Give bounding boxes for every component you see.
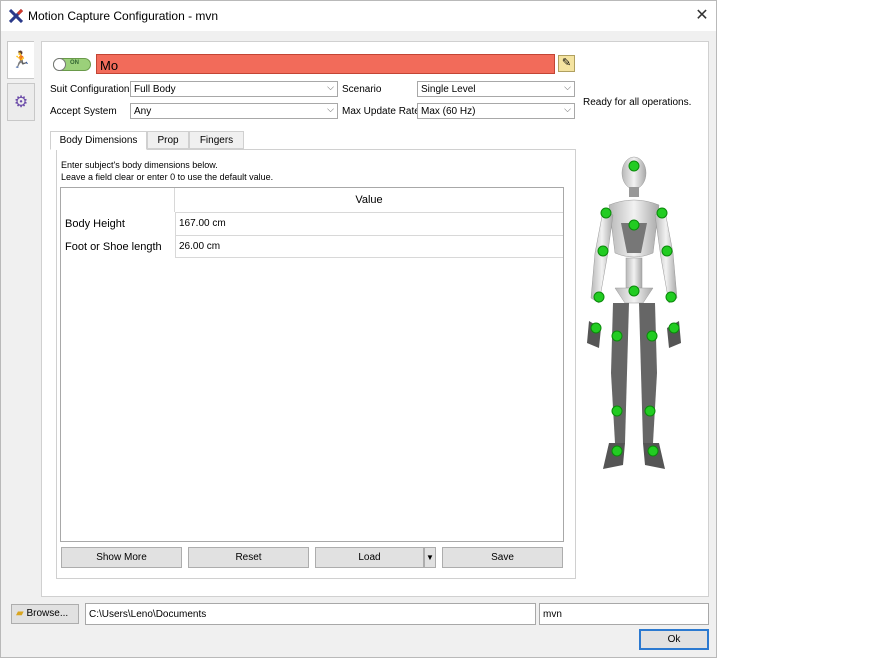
scenario-select[interactable]: Single Level ⌵ — [417, 81, 575, 97]
load-button[interactable]: Load — [315, 547, 424, 568]
accept-system-label: Accept System — [50, 106, 117, 117]
tab-prop[interactable]: Prop — [147, 131, 189, 149]
suit-configuration-select[interactable]: Full Body ⌵ — [130, 81, 338, 97]
name-field[interactable]: Mo — [96, 54, 555, 74]
settings-gear-icon: ⚙ — [13, 94, 29, 111]
instructions: Enter subject's body dimensions below. L… — [61, 159, 273, 183]
title-bar: Motion Capture Configuration - mvn ✕ — [1, 1, 716, 31]
xsens-logo-icon — [9, 9, 23, 23]
close-icon[interactable]: ✕ — [691, 6, 713, 26]
instruction-line-2: Leave a field clear or enter 0 to use th… — [61, 172, 274, 182]
window-title: Motion Capture Configuration - mvn — [28, 9, 219, 23]
table-row: Foot or Shoe length 26.00 cm — [61, 235, 563, 258]
row-label: Foot or Shoe length — [65, 241, 162, 253]
chevron-down-icon: ⌵ — [564, 104, 571, 114]
value-column-header: Value — [355, 194, 383, 206]
save-button[interactable]: Save — [442, 547, 563, 568]
folder-icon: ▰ — [16, 608, 24, 619]
max-update-rate-value: Max (60 Hz) — [421, 106, 476, 117]
config-window: Motion Capture Configuration - mvn ✕ 🏃 ⚙… — [0, 0, 717, 658]
max-update-rate-select[interactable]: Max (60 Hz) ⌵ — [417, 103, 575, 119]
scenario-label: Scenario — [342, 84, 382, 95]
table-row: Body Height 167.00 cm — [61, 212, 563, 235]
chevron-down-icon: ⌵ — [327, 104, 334, 114]
status-text: Ready for all operations. — [583, 97, 692, 108]
chevron-down-icon: ⌵ — [564, 82, 571, 92]
foot-length-value[interactable]: 26.00 cm — [175, 235, 563, 258]
running-person-icon: 🏃 — [11, 52, 31, 69]
chevron-down-icon: ⌵ — [327, 82, 334, 92]
edit-pencil-icon[interactable]: ✎ — [558, 55, 575, 72]
load-dropdown-arrow-icon[interactable]: ▼ — [424, 547, 436, 568]
side-tabs: 🏃 ⚙ — [7, 41, 35, 129]
body-height-value[interactable]: 167.00 cm — [175, 212, 563, 235]
directory-path-input[interactable]: C:\Users\Leno\Documents — [85, 603, 536, 625]
scenario-value: Single Level — [421, 84, 476, 95]
side-tab-settings[interactable]: ⚙ — [7, 83, 35, 121]
max-update-rate-label: Max Update Rate — [342, 106, 420, 117]
browse-label: Browse... — [26, 608, 69, 619]
reset-button[interactable]: Reset — [188, 547, 309, 568]
suit-configuration-label: Suit Configuration — [50, 84, 130, 95]
toggle-knob — [53, 58, 66, 71]
show-more-button[interactable]: Show More — [61, 547, 182, 568]
browse-button[interactable]: ▰ Browse... — [11, 604, 79, 624]
tab-body-dimensions[interactable]: Body Dimensions — [50, 131, 147, 150]
power-toggle[interactable]: ON — [53, 58, 91, 71]
header-corner — [61, 188, 175, 212]
accept-system-select[interactable]: Any ⌵ — [130, 103, 338, 119]
ok-button[interactable]: Ok — [639, 629, 709, 650]
row-label: Body Height — [65, 218, 125, 230]
accept-system-value: Any — [134, 106, 152, 117]
toggle-label: ON — [70, 60, 79, 66]
side-tab-motion[interactable]: 🏃 — [7, 41, 34, 79]
instruction-line-1: Enter subject's body dimensions below. — [61, 160, 218, 170]
table-header: Value — [61, 188, 563, 212]
tab-fingers[interactable]: Fingers — [189, 131, 244, 149]
body-figure-image — [587, 156, 681, 469]
file-name-input[interactable]: mvn — [539, 603, 709, 625]
suit-configuration-value: Full Body — [134, 84, 176, 95]
dimensions-table: Value Body Height 167.00 cm Foot or Shoe… — [60, 187, 564, 542]
